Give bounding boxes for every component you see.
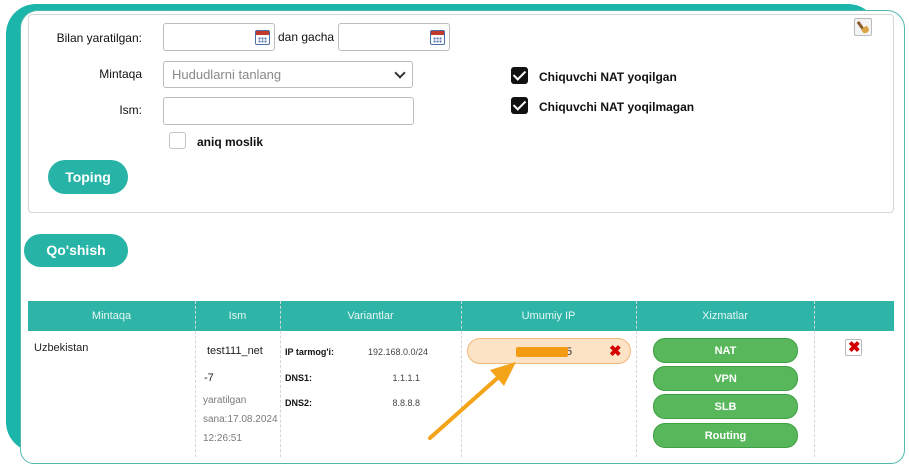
name-input[interactable] [163, 97, 414, 125]
redaction-mark [516, 347, 568, 357]
date-from-input[interactable] [163, 23, 275, 51]
exact-match-checkbox[interactable] [169, 132, 186, 149]
service-vpn-button[interactable]: VPN [653, 366, 798, 391]
column-header-public-ip: Umumiy IP [521, 310, 576, 322]
broom-icon[interactable] [854, 18, 872, 36]
column-header-options: Variantlar [347, 310, 394, 322]
region-select-value: Hududlarni tanlang [172, 67, 282, 82]
ip-network-label: IP tarmog'i: [285, 347, 334, 357]
column-header-name: Ism [228, 310, 247, 322]
row-name-suffix: -7 [204, 372, 214, 384]
column-divider [814, 301, 815, 457]
service-nat-button[interactable]: NAT [653, 338, 798, 363]
dns2-value: 8.8.8.8 [392, 398, 420, 408]
nat-enabled-label: Chiquvchi NAT yoqilgan [539, 70, 677, 84]
row-created-time: 12:26:51 [203, 433, 242, 444]
column-divider [280, 301, 281, 457]
column-header-actions [814, 301, 894, 331]
add-button[interactable]: Qo'shish [24, 234, 128, 267]
ip-network-value: 192.168.0.0/24 [367, 347, 428, 357]
service-slb-button[interactable]: SLB [653, 394, 798, 419]
dns2-label: DNS2: [285, 398, 313, 408]
region-select[interactable]: Hududlarni tanlang [163, 61, 413, 88]
filter-panel [28, 14, 894, 213]
service-routing-button[interactable]: Routing [653, 423, 798, 448]
calendar-icon[interactable] [255, 30, 270, 45]
chevron-down-icon [394, 67, 406, 79]
row-region: Uzbekistan [34, 342, 89, 354]
dns1-value: 1.1.1.1 [392, 373, 420, 383]
row-created-label: yaratilgan [203, 395, 247, 406]
column-header-region: Mintaqa [91, 310, 132, 322]
region-label: Mintaqa [99, 67, 142, 81]
exact-match-label: aniq moslik [197, 135, 264, 149]
column-divider [636, 301, 637, 457]
delete-row-button[interactable]: ✖ [845, 339, 862, 356]
column-header-services: Xizmatlar [702, 310, 748, 322]
arrow-icon [428, 362, 516, 440]
date-to-input[interactable] [338, 23, 450, 51]
dns1-label: DNS1: [285, 373, 313, 383]
name-label: Ism: [119, 103, 142, 117]
close-icon[interactable]: ✖ [609, 344, 622, 359]
search-button[interactable]: Toping [48, 160, 128, 194]
nat-enabled-checkbox[interactable] [511, 67, 528, 84]
delete-icon: ✖ [848, 339, 861, 356]
nat-disabled-checkbox[interactable] [511, 97, 528, 114]
row-name: test111_net [207, 345, 263, 357]
date-from-label: Bilan yaratilgan: [56, 31, 142, 45]
row-created-date: sana:17.08.2024 [203, 414, 278, 425]
calendar-icon[interactable] [430, 30, 445, 45]
date-to-label: dan gacha [278, 30, 335, 44]
nat-disabled-label: Chiquvchi NAT yoqilmagan [539, 100, 695, 114]
column-divider [195, 301, 196, 457]
